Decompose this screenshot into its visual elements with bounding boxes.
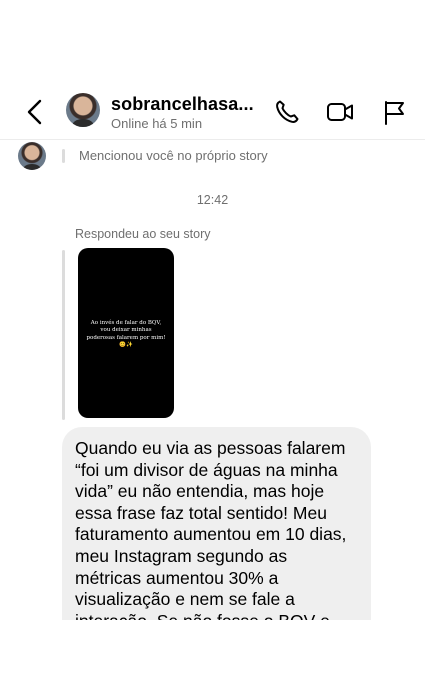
story-mention-label: Mencionou você no próprio story xyxy=(79,148,268,163)
online-status: Online há 5 min xyxy=(111,116,203,131)
flag-icon[interactable] xyxy=(380,98,408,126)
contact-name[interactable]: sobrancelhasa... xyxy=(111,94,254,115)
avatar[interactable] xyxy=(66,93,100,127)
message-timestamp: 12:42 xyxy=(196,193,229,207)
story-mention-row[interactable]: Mencionou você no próprio story xyxy=(0,140,425,174)
story-thumbnail[interactable]: Ao invés de falar do BQV, vou deixar min… xyxy=(78,248,174,418)
phone-icon[interactable] xyxy=(273,98,301,126)
video-camera-icon[interactable] xyxy=(326,98,354,126)
message-text: Quando eu via as pessoas falarem “foi um… xyxy=(75,438,347,631)
quote-bar xyxy=(62,149,65,163)
bottom-blank-area xyxy=(0,620,425,700)
chat-header: sobrancelhasa... Online há 5 min xyxy=(0,84,425,140)
back-chevron-icon[interactable] xyxy=(22,98,48,126)
avatar[interactable] xyxy=(18,142,46,170)
quote-bar xyxy=(62,250,65,420)
replied-to-story-label: Respondeu ao seu story xyxy=(75,227,211,241)
story-caption: Ao invés de falar do BQV, vou deixar min… xyxy=(86,320,166,349)
